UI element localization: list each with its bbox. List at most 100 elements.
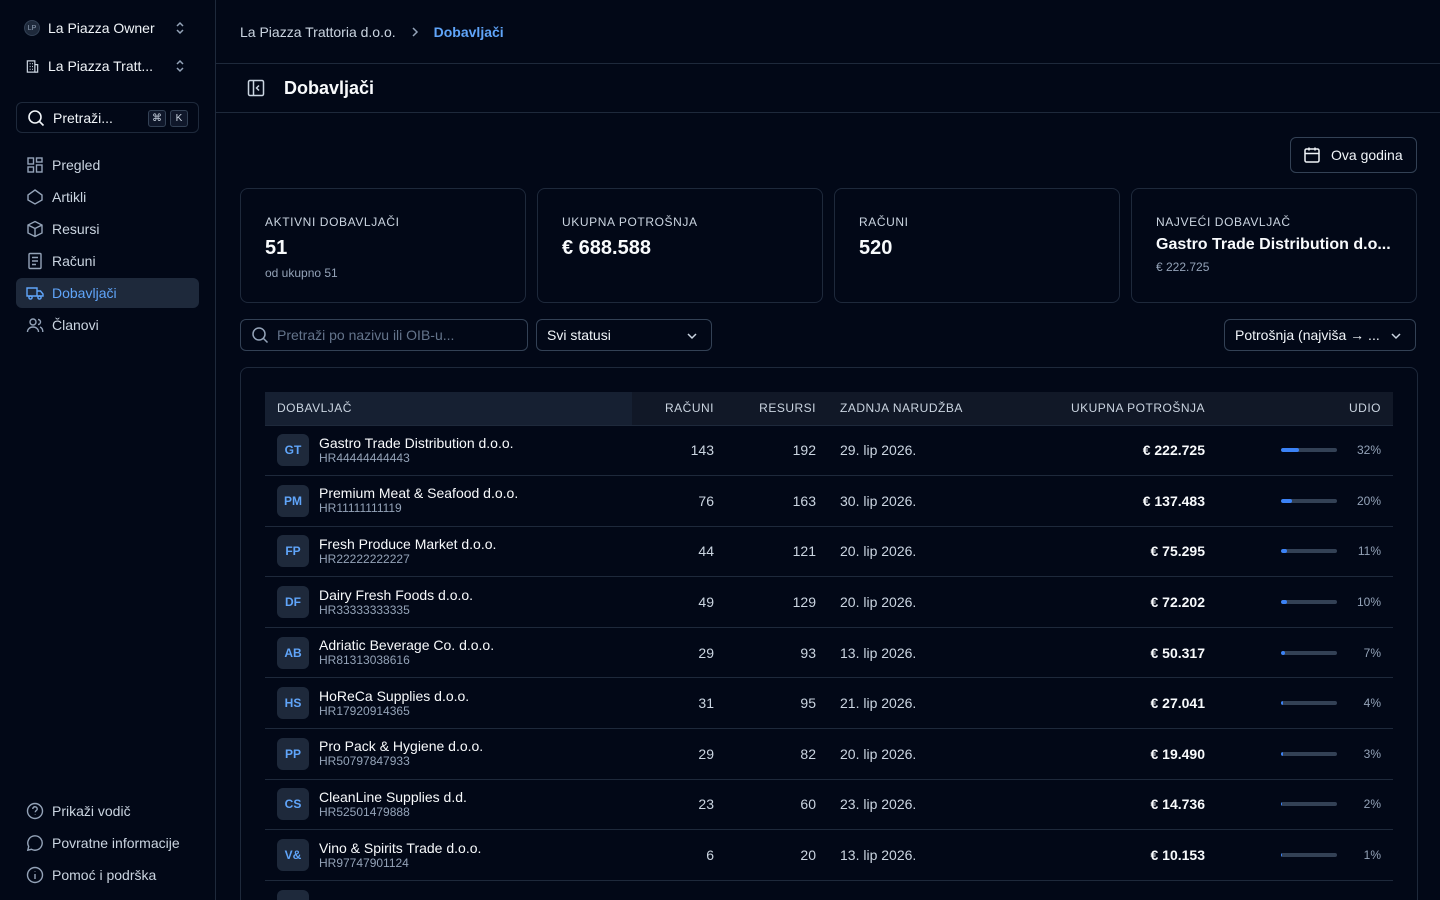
last-order-cell: 20. lip 2026. — [840, 594, 917, 611]
share-percent: 3% — [1363, 746, 1381, 761]
message-icon — [26, 834, 52, 852]
table-row[interactable]: DF Dairy Fresh Foods d.o.o. HR33333333335 4… — [265, 577, 1393, 628]
spend-cell: € 27.041 — [1150, 695, 1206, 712]
resources-cell: 121 — [792, 543, 816, 560]
date-range-button[interactable]: Ova godina — [1290, 137, 1417, 173]
shortcut-k-key: K — [170, 110, 188, 127]
search-placeholder: Pretraži po nazivu ili OIB-u... — [277, 327, 455, 343]
supplier-name[interactable]: HoReCa Supplies d.o.o. — [319, 688, 469, 704]
share-cell: 20% — [1217, 476, 1393, 527]
stat-value: € 688.588 — [562, 237, 651, 259]
share-bar — [1281, 650, 1337, 655]
stat-card-invoices: RAČUNI 520 — [834, 188, 1120, 303]
table-row[interactable]: V& Vino & Spirits Trade d.o.o. HR977479011… — [265, 830, 1393, 881]
sidebar-item-pregled[interactable]: Pregled — [16, 150, 199, 180]
supplier-oib: HR81313038616 — [319, 653, 410, 668]
table-row[interactable]: EUEnergy & Utilities Group d.o.o. — [265, 880, 1393, 900]
breadcrumb-root[interactable]: La Piazza Trattoria d.o.o. — [240, 24, 396, 40]
share-cell: 7% — [1217, 627, 1393, 678]
resources-cell: 163 — [792, 492, 816, 509]
column-header-share[interactable]: UDIO — [1217, 392, 1393, 426]
tag-icon — [26, 188, 52, 206]
sidebar-item-label: Povratne informacije — [52, 835, 180, 851]
table-row[interactable]: PM Premium Meat & Seafood d.o.o. HR1111111… — [265, 476, 1393, 527]
sidebar-item-artikli[interactable]: Artikli — [16, 182, 199, 212]
sidebar-item-clanovi[interactable]: Članovi — [16, 310, 199, 340]
table-row[interactable]: FP Fresh Produce Market d.o.o. HR222222222… — [265, 526, 1393, 577]
table-row[interactable]: PP Pro Pack & Hygiene d.o.o. HR50797847933… — [265, 729, 1393, 780]
owner-label: La Piazza Owner — [48, 20, 155, 36]
building-icon — [24, 58, 40, 74]
supplier-oib: HR33333333335 — [319, 602, 410, 617]
resources-cell: 93 — [800, 644, 816, 661]
invoices-cell — [632, 880, 726, 900]
users-icon — [26, 316, 52, 334]
sidebar-toggle-icon[interactable] — [246, 78, 266, 98]
table-header-row: DOBAVLJAČ RAČUNI RESURSI ZADNJA NARUDŽBA… — [265, 392, 1393, 426]
table-row[interactable]: GT Gastro Trade Distribution d.o.o. HR4444… — [265, 425, 1393, 476]
feedback-link[interactable]: Povratne informacije — [16, 828, 199, 858]
sidebar-item-racuni[interactable]: Računi — [16, 246, 199, 276]
supplier-name[interactable]: Fresh Produce Market d.o.o. — [319, 536, 496, 552]
status-select[interactable]: Svi statusi — [536, 319, 712, 351]
last-order-cell: 20. lip 2026. — [840, 745, 917, 762]
show-guide-link[interactable]: Prikaži vodič — [16, 796, 199, 826]
share-bar-fill — [1281, 650, 1285, 655]
organization-switcher[interactable]: La Piazza Tratt... — [16, 50, 200, 82]
breadcrumb-current: Dobavljači — [433, 23, 504, 40]
supplier-name[interactable]: Gastro Trade Distribution d.o.o. — [319, 435, 514, 451]
share-percent: 7% — [1363, 645, 1381, 660]
column-header-invoices[interactable]: RAČUNI — [632, 392, 726, 426]
box-icon — [26, 220, 52, 238]
supplier-avatar: EU — [277, 889, 309, 900]
table-row[interactable]: CS CleanLine Supplies d.d. HR52501479888 23… — [265, 779, 1393, 830]
supplier-name[interactable]: Dairy Fresh Foods d.o.o. — [319, 587, 473, 603]
resources-cell: 129 — [792, 594, 816, 611]
stat-label: AKTIVNI DOBAVLJAČI — [265, 215, 400, 229]
share-bar-fill — [1281, 751, 1283, 756]
supplier-name[interactable]: Adriatic Beverage Co. d.o.o. — [319, 637, 494, 653]
stat-label: NAJVEĆI DOBAVLJAČ — [1156, 215, 1291, 229]
spend-cell: € 72.202 — [1150, 594, 1206, 611]
supplier-cell: DF Dairy Fresh Foods d.o.o. HR33333333335 — [265, 577, 632, 628]
chevron-down-icon — [1389, 329, 1403, 346]
supplier-cell: V& Vino & Spirits Trade d.o.o. HR977479011… — [265, 830, 632, 881]
supplier-cell: FP Fresh Produce Market d.o.o. HR222222222… — [265, 526, 632, 577]
organization-label: La Piazza Tratt... — [48, 58, 154, 74]
stat-value: 51 — [265, 237, 288, 259]
search-label: Pretraži... — [53, 109, 113, 126]
spend-cell: € 50.317 — [1150, 644, 1206, 661]
share-cell: 32% — [1217, 425, 1393, 476]
column-header-spend[interactable]: UKUPNA POTROŠNJA — [992, 392, 1217, 426]
supplier-oib: HR17920914365 — [319, 703, 410, 718]
supplier-name[interactable]: Premium Meat & Seafood d.o.o. — [319, 485, 518, 501]
sidebar-search[interactable]: Pretraži... ⌘ K — [16, 102, 199, 133]
calendar-icon — [1303, 146, 1331, 164]
supplier-cell: AB Adriatic Beverage Co. d.o.o. HR81313038… — [265, 627, 632, 678]
invoices-cell: 6 — [706, 847, 714, 864]
supplier-search-input[interactable]: Pretraži po nazivu ili OIB-u... — [240, 319, 528, 351]
supplier-oib: HR44444444443 — [319, 450, 410, 465]
sidebar-item-resursi[interactable]: Resursi — [16, 214, 199, 244]
share-cell: 3% — [1217, 729, 1393, 780]
chevrons-up-down-icon — [172, 20, 188, 39]
sort-select[interactable]: Potrošnja (najviša → ... — [1224, 319, 1416, 351]
column-header-resources[interactable]: RESURSI — [726, 392, 828, 426]
stat-value: Gastro Trade Distribution d.o... — [1156, 236, 1391, 253]
supplier-name[interactable]: CleanLine Supplies d.d. — [319, 789, 467, 805]
sidebar-item-dobavljaci[interactable]: Dobavljači — [16, 278, 199, 308]
table-row[interactable]: HS HoReCa Supplies d.o.o. HR17920914365 31 9… — [265, 678, 1393, 729]
last-order-cell: 30. lip 2026. — [840, 492, 917, 509]
supplier-oib: HR22222222227 — [319, 551, 410, 566]
column-header-last-order[interactable]: ZADNJA NARUDŽBA — [828, 392, 992, 426]
stat-label: UKUPNA POTROŠNJA — [562, 215, 698, 229]
account-switcher[interactable]: LP La Piazza Owner — [16, 12, 200, 44]
column-header-supplier[interactable]: DOBAVLJAČ — [265, 392, 632, 426]
share-bar — [1281, 701, 1337, 706]
table-row[interactable]: AB Adriatic Beverage Co. d.o.o. HR81313038… — [265, 627, 1393, 678]
supplier-name[interactable]: Vino & Spirits Trade d.o.o. — [319, 840, 481, 856]
help-support-link[interactable]: Pomoć i podrška — [16, 860, 199, 890]
spend-cell: € 10.153 — [1150, 847, 1206, 864]
sidebar: LP La Piazza Owner La Piazza Tratt... Pr… — [0, 0, 216, 900]
supplier-name[interactable]: Pro Pack & Hygiene d.o.o. — [319, 738, 483, 754]
